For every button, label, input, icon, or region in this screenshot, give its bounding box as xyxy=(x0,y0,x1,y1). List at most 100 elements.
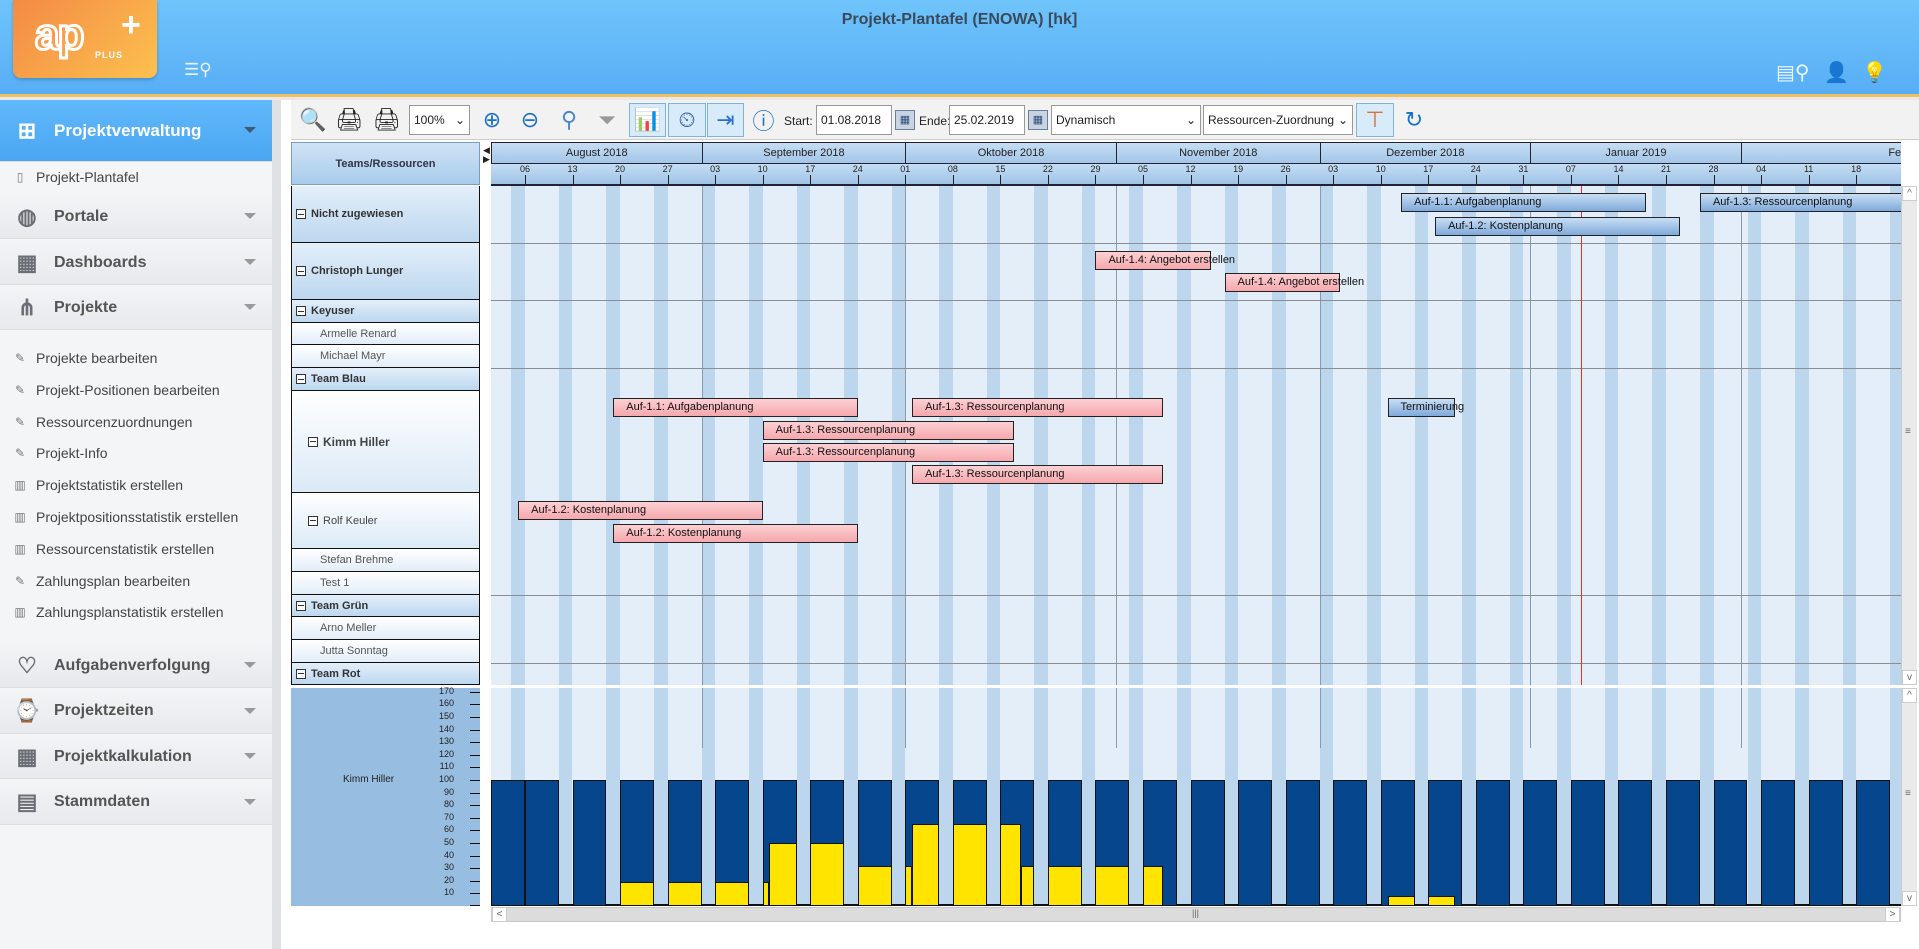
sidebar-item-ressourcenstatistik-erstellen[interactable]: ▥ Ressourcenstatistik erstellen xyxy=(0,535,272,563)
mode-select[interactable]: Dynamisch ⌄ xyxy=(1051,105,1201,135)
collapse-panel-icon[interactable]: ◀ ▶ xyxy=(483,146,490,164)
collapse-icon[interactable] xyxy=(296,306,306,316)
sidebar-item-zahlungsplan-bearbeiten[interactable]: ✎ Zahlungsplan bearbeiten xyxy=(0,567,272,595)
collapse-icon[interactable] xyxy=(308,515,318,526)
sidebar-item-projekt-plantafel[interactable]: ▯ Projekt-Plantafel xyxy=(0,163,272,191)
collapse-icon[interactable] xyxy=(296,374,306,384)
task-bar[interactable]: Terminierung xyxy=(1387,398,1464,417)
weekend-stripe xyxy=(606,688,621,906)
task-bar[interactable]: Auf-1.4: Angebot erstellen xyxy=(1224,273,1364,292)
week-label: 13 xyxy=(567,164,578,174)
sidebar-item-projektstatistik-erstellen[interactable]: ▥ Projektstatistik erstellen xyxy=(0,471,272,499)
resource-row[interactable]: Michael Mayr xyxy=(291,345,480,368)
user-settings-icon[interactable]: 👤 xyxy=(1824,60,1849,85)
sidebar-item-zahlungsplanstatistik-erstellen[interactable]: ▥ Zahlungsplanstatistik erstellen xyxy=(0,598,272,626)
scroll-down-icon[interactable]: v xyxy=(1902,891,1917,906)
scroll-grip-icon[interactable]: ||| xyxy=(1192,908,1199,918)
scroll-grip-icon[interactable]: ≡ xyxy=(1905,426,1911,437)
sidebar-item-projektzeiten[interactable]: ⌚ Projektzeiten xyxy=(0,689,272,734)
resource-row[interactable]: Rolf Keuler xyxy=(291,493,480,549)
resource-row[interactable]: Kimm Hiller xyxy=(291,391,480,493)
task-bar[interactable]: Auf-1.1: Aufgabenplanung xyxy=(613,398,858,417)
edit-icon: ✎ xyxy=(14,414,26,429)
resource-row[interactable]: Keyuser xyxy=(291,300,480,323)
search-button[interactable]: ⚲ xyxy=(554,103,584,137)
view-select[interactable]: Ressourcen-Zuordnung ⌄ xyxy=(1203,105,1353,135)
scroll-grip-icon[interactable]: ≡ xyxy=(1905,788,1911,799)
sidebar-item-dashboards[interactable]: ▦ Dashboards xyxy=(0,241,272,285)
sidebar-item-ressourcenzuordnungen[interactable]: ✎ Ressourcenzuordnungen xyxy=(0,408,272,436)
task-bar[interactable]: Auf-1.3: Ressourcenplanung xyxy=(912,398,1164,417)
horizontal-scrollbar[interactable]: < ||| > xyxy=(491,907,1901,922)
zoom-in-button[interactable]: ⊕ xyxy=(477,103,507,137)
print-preview-button[interactable]: 🖨 xyxy=(334,103,364,137)
weekend-stripe xyxy=(1604,688,1619,906)
resource-row[interactable]: Team Rot xyxy=(291,663,480,685)
sidebar-item-projektverwaltung[interactable]: ⊞ Projektverwaltung xyxy=(0,100,272,162)
task-bar[interactable]: Auf-1.3: Ressourcenplanung xyxy=(762,443,1014,462)
sidebar-item-stammdaten[interactable]: ▤ Stammdaten xyxy=(0,780,272,825)
task-bar[interactable]: Auf-1.3: Ressourcenplanung xyxy=(912,465,1164,484)
resource-row[interactable]: Jutta Sonntag xyxy=(291,640,480,663)
filter-button[interactable]: ⏷ xyxy=(592,103,622,137)
task-bar[interactable]: Auf-1.2: Kostenplanung xyxy=(1435,217,1680,236)
end-date-input[interactable]: 25.02.2019 xyxy=(949,105,1025,135)
calendar-icon[interactable]: ▦ xyxy=(1028,110,1048,130)
week-label: 12 xyxy=(1185,164,1196,174)
week-tick xyxy=(1238,175,1240,184)
month-divider xyxy=(1319,688,1321,748)
task-bar[interactable]: Auf-1.2: Kostenplanung xyxy=(613,524,858,543)
resource-row[interactable]: Arno Meller xyxy=(291,617,480,640)
start-date-input[interactable]: 01.08.2018 xyxy=(816,105,892,135)
caret-down-icon xyxy=(244,753,256,765)
task-bar[interactable]: Auf-1.4: Angebot erstellen xyxy=(1095,251,1235,270)
resource-row[interactable]: Team Grün xyxy=(291,595,480,617)
today-line-toggle[interactable]: ⊤ xyxy=(1356,103,1394,137)
sidebar-item-projektkalkulation[interactable]: ▦ Projektkalkulation xyxy=(0,735,272,779)
task-bar[interactable]: Auf-1.3: Ressourcenplanung xyxy=(1699,193,1901,212)
scroll-up-icon[interactable]: ^ xyxy=(1902,186,1917,201)
scroll-right-icon[interactable]: > xyxy=(1885,907,1900,922)
resource-row[interactable]: Stefan Brehme xyxy=(291,549,480,572)
filter-arrow-toggle[interactable]: ⇥ xyxy=(707,103,744,137)
zoom-select[interactable]: 100% ⌄ xyxy=(409,105,470,135)
sidebar-item-portale[interactable]: ◍ Portale xyxy=(0,195,272,239)
schedule-toggle[interactable]: ⏲ xyxy=(668,103,706,137)
sidebar-item-projekte-bearbeiten[interactable]: ✎ Projekte bearbeiten xyxy=(0,344,272,372)
scroll-up-icon[interactable]: ^ xyxy=(1902,688,1917,703)
chart-vertical-scrollbar[interactable]: ^ ≡ v xyxy=(1901,688,1917,906)
task-bar[interactable]: Auf-1.2: Kostenplanung xyxy=(518,501,763,520)
sidebar-item-projekt-info[interactable]: ✎ Projekt-Info xyxy=(0,439,272,467)
search-list-icon[interactable]: ▤⚲ xyxy=(1776,60,1810,85)
print-button[interactable]: 🖨 xyxy=(372,103,401,137)
sidebar-item-projekte[interactable]: ⋔ Projekte xyxy=(0,286,272,330)
scroll-left-icon[interactable]: < xyxy=(492,907,507,922)
collapse-icon[interactable] xyxy=(296,266,306,276)
resource-row[interactable]: Armelle Renard xyxy=(291,323,480,345)
info-button[interactable]: ⓘ xyxy=(749,103,778,137)
lightbulb-icon[interactable]: 💡 xyxy=(1862,60,1887,85)
resource-row[interactable]: Nicht zugewiesen xyxy=(291,186,480,243)
calendar-icon[interactable]: ▦ xyxy=(895,110,915,130)
task-bar[interactable]: Auf-1.3: Ressourcenplanung xyxy=(762,421,1014,440)
collapse-icon[interactable] xyxy=(308,436,318,447)
resource-row[interactable]: Team Blau xyxy=(291,368,480,391)
capacity-chart-toggle[interactable]: 📊 xyxy=(629,103,666,137)
preview-button[interactable]: 🔍 xyxy=(299,103,327,137)
sidebar-item-aufgabenverfolgung[interactable]: ♡ Aufgabenverfolgung xyxy=(0,644,272,688)
scroll-down-icon[interactable]: v xyxy=(1902,670,1917,685)
collapse-icon[interactable] xyxy=(296,600,306,611)
sidebar-item-projekt-positionen-bearbeiten[interactable]: ✎ Projekt-Positionen bearbeiten xyxy=(0,376,272,404)
collapse-icon[interactable] xyxy=(296,668,306,679)
resource-row[interactable]: Test 1 xyxy=(291,572,480,595)
sidebar-item-projektpositionsstatistik-erstellen[interactable]: ▥ Projektpositionsstatistik erstellen xyxy=(0,503,272,531)
refresh-button[interactable]: ↻ xyxy=(1399,103,1429,137)
gantt-vertical-scrollbar[interactable]: ^ ≡ v xyxy=(1901,186,1917,685)
weekend-stripe xyxy=(1319,688,1334,906)
resource-row[interactable]: Christoph Lunger xyxy=(291,243,480,300)
collapse-icon[interactable] xyxy=(296,209,306,219)
zoom-out-button[interactable]: ⊖ xyxy=(515,103,545,137)
task-bar[interactable]: Auf-1.1: Aufgabenplanung xyxy=(1401,193,1646,212)
menu-search-icon[interactable]: ☰⚲ xyxy=(184,60,212,80)
weekend-stripe xyxy=(701,186,716,685)
